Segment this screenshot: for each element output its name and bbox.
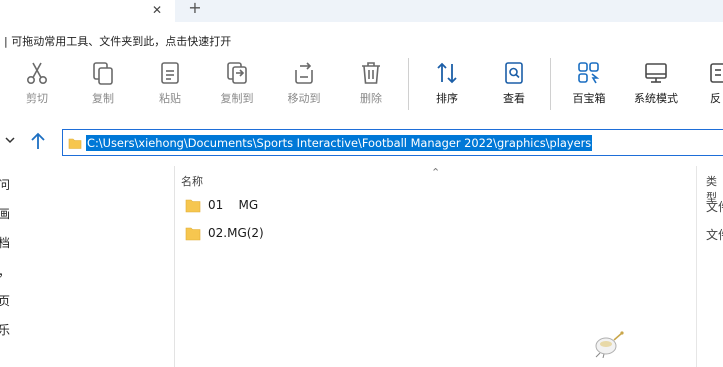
column-name-header[interactable]: 名称 bbox=[181, 173, 203, 189]
toolbar: 剪切 复制 粘贴 复制到 移动到 删除 排序 查看 百宝箱 系统模式 反 bbox=[0, 56, 723, 114]
folder-icon bbox=[68, 138, 82, 149]
reverse-label: 反 bbox=[710, 92, 721, 105]
view-button[interactable]: 查看 bbox=[484, 56, 544, 114]
up-arrow-icon[interactable] bbox=[28, 130, 48, 152]
delete-button[interactable]: 删除 bbox=[341, 56, 401, 114]
column-header: 名称 ⌃ 类型 bbox=[176, 166, 723, 367]
nav-pane-item[interactable]: ， bbox=[0, 263, 10, 280]
toolbox-label: 百宝箱 bbox=[572, 92, 606, 105]
file-row[interactable]: 02.MG(2) 文件夹 bbox=[176, 220, 723, 246]
system-mode-label: 系统模式 bbox=[634, 92, 678, 105]
copy-to-button[interactable]: 复制到 bbox=[207, 56, 267, 114]
copy-label: 复制 bbox=[92, 92, 114, 105]
close-tab-icon[interactable]: ✕ bbox=[149, 2, 165, 18]
monitor-icon bbox=[645, 63, 667, 83]
chevron-down-icon[interactable] bbox=[4, 134, 16, 149]
nav-pane-item[interactable]: 画 bbox=[0, 205, 10, 222]
toolbar-separator bbox=[408, 58, 409, 110]
move-to-button[interactable]: 移动到 bbox=[274, 56, 334, 114]
paste-icon bbox=[161, 62, 179, 84]
cut-button[interactable]: 剪切 bbox=[7, 56, 67, 114]
file-name[interactable]: 02.MG(2) bbox=[208, 226, 264, 240]
view-icon bbox=[505, 62, 523, 84]
reverse-icon bbox=[710, 63, 723, 83]
paste-button[interactable]: 粘贴 bbox=[140, 56, 200, 114]
active-tab[interactable]: ✕ bbox=[0, 0, 175, 22]
copy-to-label: 复制到 bbox=[220, 92, 254, 105]
address-path[interactable]: C:\Users\xiehong\Documents\Sports Intera… bbox=[86, 135, 593, 151]
copy-to-icon bbox=[227, 62, 247, 84]
quick-access-bar[interactable]: | 可拖动常用工具、文件夹到此，点击快速打开 bbox=[0, 33, 231, 51]
copy-icon bbox=[93, 62, 113, 85]
sort-label: 排序 bbox=[436, 92, 458, 105]
delete-label: 删除 bbox=[360, 92, 382, 105]
folder-icon bbox=[185, 199, 201, 213]
view-label: 查看 bbox=[503, 92, 525, 105]
toolbox-button[interactable]: 百宝箱 bbox=[559, 56, 619, 114]
move-to-label: 移动到 bbox=[287, 92, 321, 105]
new-tab-button[interactable]: + bbox=[186, 0, 204, 18]
nav-pane-item[interactable]: 档 bbox=[0, 234, 10, 251]
file-row[interactable]: 01 MG 文件夹 bbox=[176, 192, 723, 218]
file-name[interactable]: 01 MG bbox=[208, 198, 258, 212]
nav-pane-item[interactable]: 乐 bbox=[0, 321, 10, 338]
cut-label: 剪切 bbox=[26, 92, 48, 105]
trash-icon bbox=[362, 62, 380, 84]
tab-strip: ✕ + bbox=[0, 0, 723, 22]
toolbox-icon bbox=[578, 62, 600, 84]
navigation-row: C:\Users\xiehong\Documents\Sports Intera… bbox=[0, 126, 723, 158]
address-bar[interactable]: C:\Users\xiehong\Documents\Sports Intera… bbox=[62, 129, 723, 156]
folder-icon bbox=[185, 227, 201, 241]
sort-icon bbox=[437, 62, 457, 84]
nav-pane-item[interactable]: 页 bbox=[0, 292, 10, 309]
navigation-pane: 问 画 档 ， 页 乐 bbox=[0, 166, 175, 367]
file-type: 文件夹 bbox=[706, 200, 723, 214]
reverse-button[interactable]: 反 bbox=[693, 56, 723, 114]
toolbar-separator bbox=[550, 58, 551, 110]
system-mode-button[interactable]: 系统模式 bbox=[626, 56, 686, 114]
nav-pane-item[interactable]: 问 bbox=[0, 176, 10, 193]
scissors-icon bbox=[26, 62, 48, 84]
file-explorer-window: ✕ + | 可拖动常用工具、文件夹到此，点击快速打开 剪切 复制 粘贴 复制到 … bbox=[0, 0, 723, 367]
paste-label: 粘贴 bbox=[159, 92, 181, 105]
copy-button[interactable]: 复制 bbox=[73, 56, 133, 114]
file-type: 文件夹 bbox=[706, 228, 723, 242]
move-to-icon bbox=[295, 62, 313, 84]
sort-caret-icon: ⌃ bbox=[431, 166, 441, 179]
cursor-decoration-icon bbox=[595, 331, 624, 358]
sort-button[interactable]: 排序 bbox=[417, 56, 477, 114]
